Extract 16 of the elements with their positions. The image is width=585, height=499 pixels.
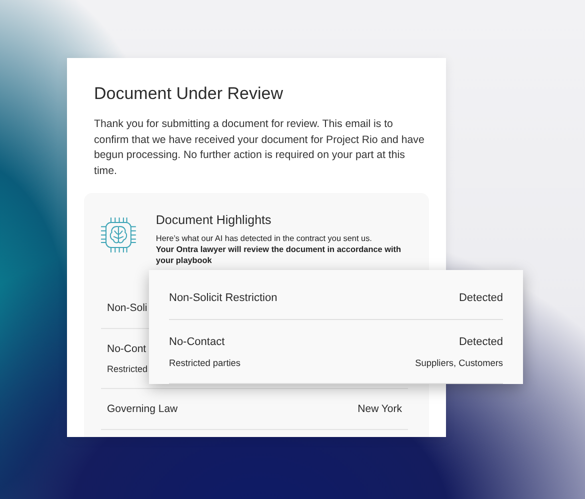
popout-sub-value: Suppliers, Customers: [415, 358, 503, 368]
highlights-title: Document Highlights: [156, 213, 272, 227]
email-title: Document Under Review: [94, 84, 284, 104]
row-label: No-Cont: [107, 343, 146, 355]
row-label: Non-Soli: [107, 302, 148, 314]
popout-value: Detected: [458, 292, 503, 304]
popout-label: No-Contact: [169, 336, 225, 348]
email-body: Thank you for submitting a document for review. This email is to confirm that we have received your document for Project Rio and have begun processing. No further action is required on your part at this time.: [94, 117, 426, 178]
popout-sub-label: Restricted parties: [169, 358, 240, 368]
row-label: Governing Law: [107, 403, 178, 415]
popout-value: Detected: [458, 336, 503, 348]
row-sub-label: Restricted: [107, 364, 148, 374]
row-value: New York: [358, 403, 402, 415]
highlights-note: Your Ontra lawyer will review the document in accordance with your playbook: [156, 244, 402, 266]
popout-label: Non-Solicit Restriction: [169, 292, 278, 304]
highlights-intro: Here’s what our AI has detected in the contract you sent us.: [156, 233, 373, 244]
